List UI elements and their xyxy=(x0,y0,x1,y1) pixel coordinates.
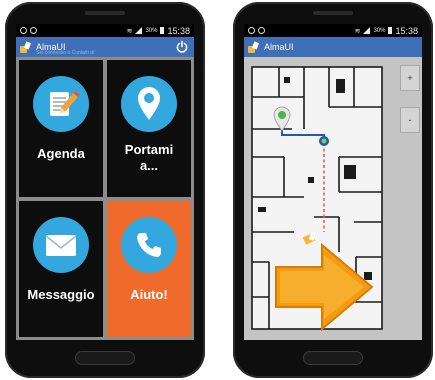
tile-label-portami: Portami a... xyxy=(124,142,174,173)
app-logo-icon xyxy=(20,40,32,53)
phone-handset-icon xyxy=(121,216,177,273)
tile-agenda[interactable]: Agenda xyxy=(19,60,103,197)
clock: 15:38 xyxy=(395,25,418,36)
connection-subtitle: Sei connesso a Contatti di xyxy=(36,50,95,56)
screen-home: ≋ 30% 15:38 AlmaUI Sei connesso a Contat… xyxy=(16,24,194,340)
wifi-icon: ≋ xyxy=(354,27,361,35)
signal-icon xyxy=(135,27,143,34)
speaker xyxy=(313,11,353,15)
phone-left: ≋ 30% 15:38 AlmaUI Sei connesso a Contat… xyxy=(5,2,205,378)
status-bar: ≋ 30% 15:38 xyxy=(16,24,194,37)
zoom-out-button[interactable]: - xyxy=(400,107,420,133)
tile-label-messaggio: Messaggio xyxy=(27,286,95,302)
speaker xyxy=(85,11,125,15)
notification-icon xyxy=(258,27,265,34)
tile-portami[interactable]: Portami a... xyxy=(107,60,191,197)
status-bar: ≋ 30% 15:38 xyxy=(244,24,422,37)
notebook-pencil-icon xyxy=(33,76,89,132)
wifi-icon: ≋ xyxy=(126,27,133,35)
app-logo-icon xyxy=(248,40,260,53)
tile-grid: Agenda Portami a... Messaggio Aiuto! xyxy=(16,57,194,340)
notification-icon xyxy=(248,27,255,34)
clock: 15:38 xyxy=(167,25,190,36)
indoor-map[interactable]: + - xyxy=(244,57,422,340)
battery-icon xyxy=(388,27,393,34)
notification-icon xyxy=(20,27,27,34)
battery-level: 30% xyxy=(145,27,158,34)
power-button[interactable] xyxy=(175,40,189,54)
signal-icon xyxy=(363,27,371,34)
zoom-in-button[interactable]: + xyxy=(400,65,420,91)
envelope-icon xyxy=(33,216,89,273)
tile-aiuto[interactable]: Aiuto! xyxy=(107,200,191,337)
battery-level: 30% xyxy=(373,27,386,34)
power-icon xyxy=(176,40,188,53)
phone-right: ≋ 30% 15:38 AlmaUI + - xyxy=(233,2,433,378)
floor-plan xyxy=(244,57,422,340)
app-title: AlmaUI xyxy=(264,42,294,52)
home-button[interactable] xyxy=(75,351,135,365)
battery-icon xyxy=(160,27,165,34)
tile-label-aiuto: Aiuto! xyxy=(130,286,168,302)
tile-messaggio[interactable]: Messaggio xyxy=(19,200,103,337)
location-pin-icon xyxy=(121,76,177,132)
app-bar: AlmaUI xyxy=(244,37,422,57)
home-button[interactable] xyxy=(303,351,363,365)
notification-icons xyxy=(20,27,37,34)
tile-label-agenda: Agenda xyxy=(37,146,85,161)
notification-icons xyxy=(248,27,265,34)
screen-map: ≋ 30% 15:38 AlmaUI + - xyxy=(244,24,422,340)
app-bar: AlmaUI Sei connesso a Contatti di xyxy=(16,37,194,57)
notification-icon xyxy=(30,27,37,34)
